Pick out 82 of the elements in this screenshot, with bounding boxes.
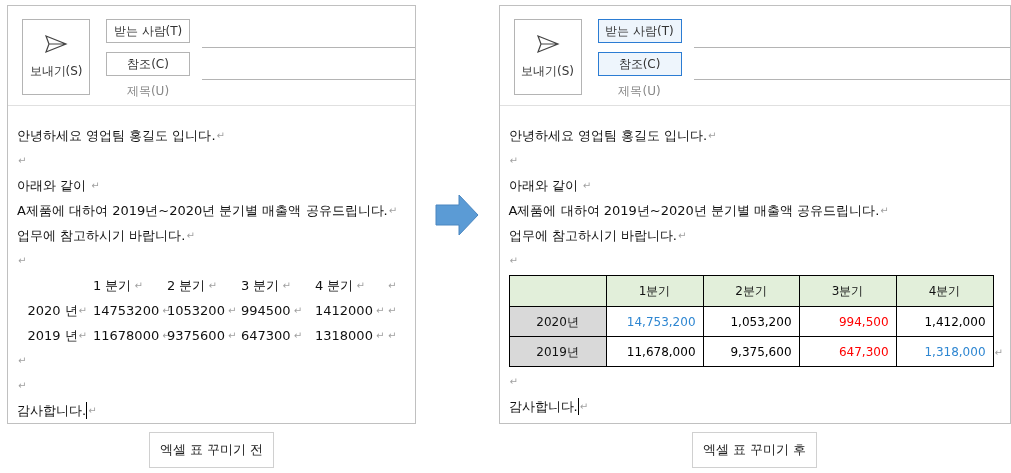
- paragraph-mark: ↵: [18, 354, 27, 368]
- paragraph-mark: ↵: [186, 229, 195, 243]
- body-text: 업무에 참고하시기 바랍니다.: [17, 226, 186, 245]
- table-cell-text: 3 분기: [241, 276, 280, 295]
- paragraph-mark: ↵: [227, 304, 237, 318]
- header-cell: 3분기: [799, 276, 897, 307]
- body-text: A제품에 대하여 2019년~2020년 분기별 매출액 공유드립니다.: [508, 201, 880, 220]
- right-arrow-icon: [435, 193, 480, 236]
- send-button[interactable]: 보내기(S): [513, 19, 582, 95]
- recipient-button[interactable]: 받는 사람(T): [597, 19, 682, 43]
- paragraph-mark: ↵: [18, 154, 27, 168]
- paragraph-mark: ↵: [18, 379, 27, 393]
- paragraph-mark: ↵: [994, 345, 1003, 360]
- table-cell-text: 2020 년: [27, 301, 78, 320]
- paragraph-mark: ↵: [216, 129, 225, 143]
- paragraph-mark: ↵: [293, 304, 303, 318]
- paragraph-mark: ↵: [388, 304, 397, 318]
- table-cell: 994,500: [799, 307, 897, 337]
- table-cell-text: 1318000: [315, 326, 373, 345]
- table-cell-text: 2 분기: [167, 276, 206, 295]
- paragraph-mark: ↵: [708, 129, 717, 143]
- body-text: 안녕하세요 영업팀 홍길도 입니다.: [508, 126, 708, 145]
- paragraph-mark: ↵: [78, 304, 87, 318]
- caption-label: 엑셀 표 꾸미기 후: [692, 432, 818, 468]
- paragraph-mark: ↵: [582, 179, 592, 193]
- table-cell: 1,412,000: [896, 307, 994, 337]
- table-cell-text: 647300: [241, 326, 291, 345]
- table-cell: 14,753,200: [606, 307, 704, 337]
- header-cell: 2분기: [703, 276, 800, 307]
- paragraph-mark: ↵: [356, 279, 365, 293]
- paragraph-mark: ↵: [88, 404, 97, 418]
- send-icon: [44, 34, 68, 54]
- send-icon: [535, 34, 560, 54]
- header-cell: 1분기: [606, 276, 704, 307]
- paragraph-mark: ↵: [134, 279, 143, 293]
- table-cell: 647,300: [799, 337, 897, 367]
- table-cell: 1,318,000: [896, 337, 994, 367]
- body-text: 안녕하세요 영업팀 홍길도 입니다.: [17, 126, 216, 145]
- paragraph-mark: ↵: [78, 329, 87, 343]
- body-text: A제품에 대하여 2019년~2020년 분기별 매출액 공유드립니다.: [17, 201, 388, 220]
- table-cell: 9,375,600: [703, 337, 800, 367]
- cc-button[interactable]: 참조(C): [597, 52, 682, 76]
- paragraph-mark: ↵: [509, 375, 518, 389]
- body-text: 아래와 같이: [508, 176, 579, 195]
- body-text: 업무에 참고하시기 바랍니다.: [508, 226, 677, 245]
- subject-label: 제목(U): [125, 83, 171, 100]
- table-cell-text: 1412000: [315, 301, 373, 320]
- table-cell-text: 14753200: [93, 301, 160, 320]
- row-header-cell: 2019년: [509, 337, 607, 367]
- cc-button[interactable]: 참조(C): [106, 52, 190, 76]
- body-text: 아래와 같이: [17, 176, 88, 195]
- paragraph-mark: ↵: [282, 279, 291, 293]
- body-text: 감사합니다.: [17, 401, 87, 420]
- paragraph-mark: ↵: [208, 279, 217, 293]
- send-button[interactable]: 보내기(S): [22, 19, 90, 95]
- table-cell-text: 1 분기: [93, 276, 132, 295]
- paragraph-mark: ↵: [509, 254, 518, 268]
- paragraph-mark: ↵: [227, 329, 237, 343]
- subject-label: 제목(U): [617, 83, 662, 100]
- paragraph-mark: ↵: [880, 204, 889, 218]
- table-cell: 1,053,200: [703, 307, 800, 337]
- paragraph-mark: ↵: [388, 329, 397, 343]
- paragraph-mark: ↵: [677, 229, 687, 243]
- paragraph-mark: ↵: [293, 329, 303, 343]
- table-cell-text: 994500: [241, 301, 291, 320]
- header-cell: 4분기: [896, 276, 994, 307]
- paragraph-mark: ↵: [388, 204, 398, 218]
- paragraph-mark: ↵: [388, 279, 397, 293]
- paragraph-mark: ↵: [91, 179, 100, 193]
- body-text: 감사합니다.: [508, 397, 578, 416]
- table-cell-text: 11678000: [93, 326, 160, 345]
- paragraph-mark: ↵: [509, 154, 518, 168]
- table-cell: 11,678,000: [606, 337, 704, 367]
- paragraph-mark: ↵: [375, 304, 385, 318]
- table-cell-text: 2019 년: [27, 326, 78, 345]
- table-cell-text: 4 분기: [315, 276, 354, 295]
- recipient-button[interactable]: 받는 사람(T): [106, 19, 190, 43]
- paragraph-mark: ↵: [375, 329, 385, 343]
- paragraph-mark: ↵: [579, 400, 589, 414]
- paragraph-mark: ↵: [18, 254, 27, 268]
- row-header-cell: 2020년: [509, 307, 607, 337]
- caption-label: 엑셀 표 꾸미기 전: [148, 432, 275, 468]
